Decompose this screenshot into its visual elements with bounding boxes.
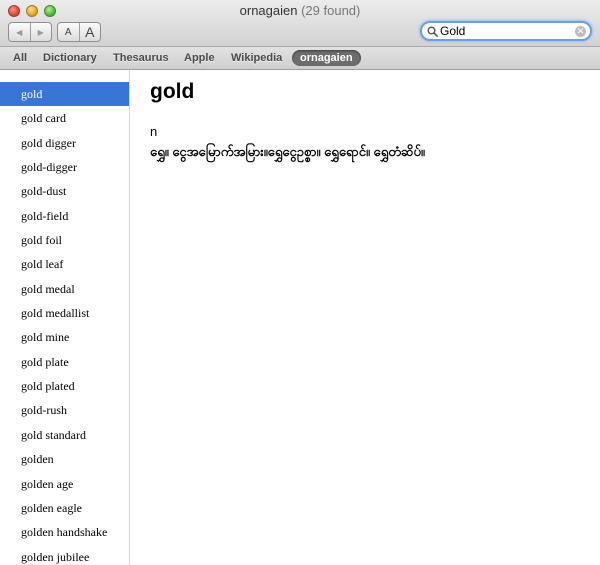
dictionary-window: ornagaien (29 found) ◀ ▶ A A ✕ All Dicti… <box>0 0 600 565</box>
found-count: (29 found) <box>301 3 361 18</box>
result-item[interactable]: gold digger <box>0 131 129 155</box>
scope-bar: All Dictionary Thesaurus Apple Wikipedia… <box>0 47 600 70</box>
scope-thesaurus[interactable]: Thesaurus <box>113 50 169 66</box>
back-arrow-icon[interactable]: ◀ <box>9 23 30 41</box>
result-item[interactable]: gold mine <box>0 325 129 349</box>
result-item[interactable]: gold medallist <box>0 301 129 325</box>
result-item[interactable]: golden eagle <box>0 496 129 520</box>
scope-ornagaien[interactable]: ornagaien <box>292 50 361 66</box>
search-field: ✕ <box>420 21 592 41</box>
font-size-control: A A <box>57 22 101 42</box>
result-item[interactable]: gold-field <box>0 204 129 228</box>
result-item[interactable]: gold foil <box>0 228 129 252</box>
scope-wikipedia[interactable]: Wikipedia <box>231 50 282 66</box>
result-item[interactable]: gold standard <box>0 423 129 447</box>
scope-apple[interactable]: Apple <box>184 50 215 66</box>
scope-all[interactable]: All <box>13 50 27 66</box>
result-item[interactable]: golden jubilee <box>0 545 129 565</box>
scope-dictionary[interactable]: Dictionary <box>43 50 97 66</box>
result-item[interactable]: golden age <box>0 472 129 496</box>
toolbar: ornagaien (29 found) ◀ ▶ A A ✕ <box>0 0 600 47</box>
result-item[interactable]: gold-digger <box>0 155 129 179</box>
search-input[interactable] <box>438 23 580 39</box>
result-item[interactable]: gold medal <box>0 277 129 301</box>
window-title-text: ornagaien <box>239 3 298 18</box>
result-item-selected[interactable]: gold <box>0 82 129 106</box>
forward-arrow-icon[interactable]: ▶ <box>29 23 52 41</box>
result-item[interactable]: gold-rush <box>0 398 129 422</box>
clear-search-icon[interactable]: ✕ <box>575 26 586 37</box>
result-item[interactable]: gold plate <box>0 350 129 374</box>
history-nav: ◀ ▶ <box>8 22 52 42</box>
result-item[interactable]: gold plated <box>0 374 129 398</box>
result-item[interactable]: gold-dust <box>0 179 129 203</box>
entry-headword: gold <box>150 80 195 103</box>
font-smaller-button[interactable]: A <box>58 23 79 41</box>
font-larger-button[interactable]: A <box>78 23 101 41</box>
results-list: gold gold card gold digger gold-digger g… <box>0 70 130 565</box>
result-item[interactable]: golden <box>0 447 129 471</box>
entry-part-of-speech: n <box>150 124 158 139</box>
result-item[interactable]: golden handshake <box>0 520 129 544</box>
search-icon <box>427 26 438 37</box>
entry-definition: ရွှေ။ ငွေအမြောက်အမြား။ရွှေငွေဥစ္စာ။ ရွှေ… <box>150 144 425 159</box>
result-item[interactable]: gold card <box>0 106 129 130</box>
entry-view: gold n ရွှေ။ ငွေအမြောက်အမြား။ရွှေငွေဥစ္စ… <box>130 70 600 565</box>
window-title: ornagaien (29 found) <box>0 3 600 18</box>
result-item[interactable]: gold leaf <box>0 252 129 276</box>
